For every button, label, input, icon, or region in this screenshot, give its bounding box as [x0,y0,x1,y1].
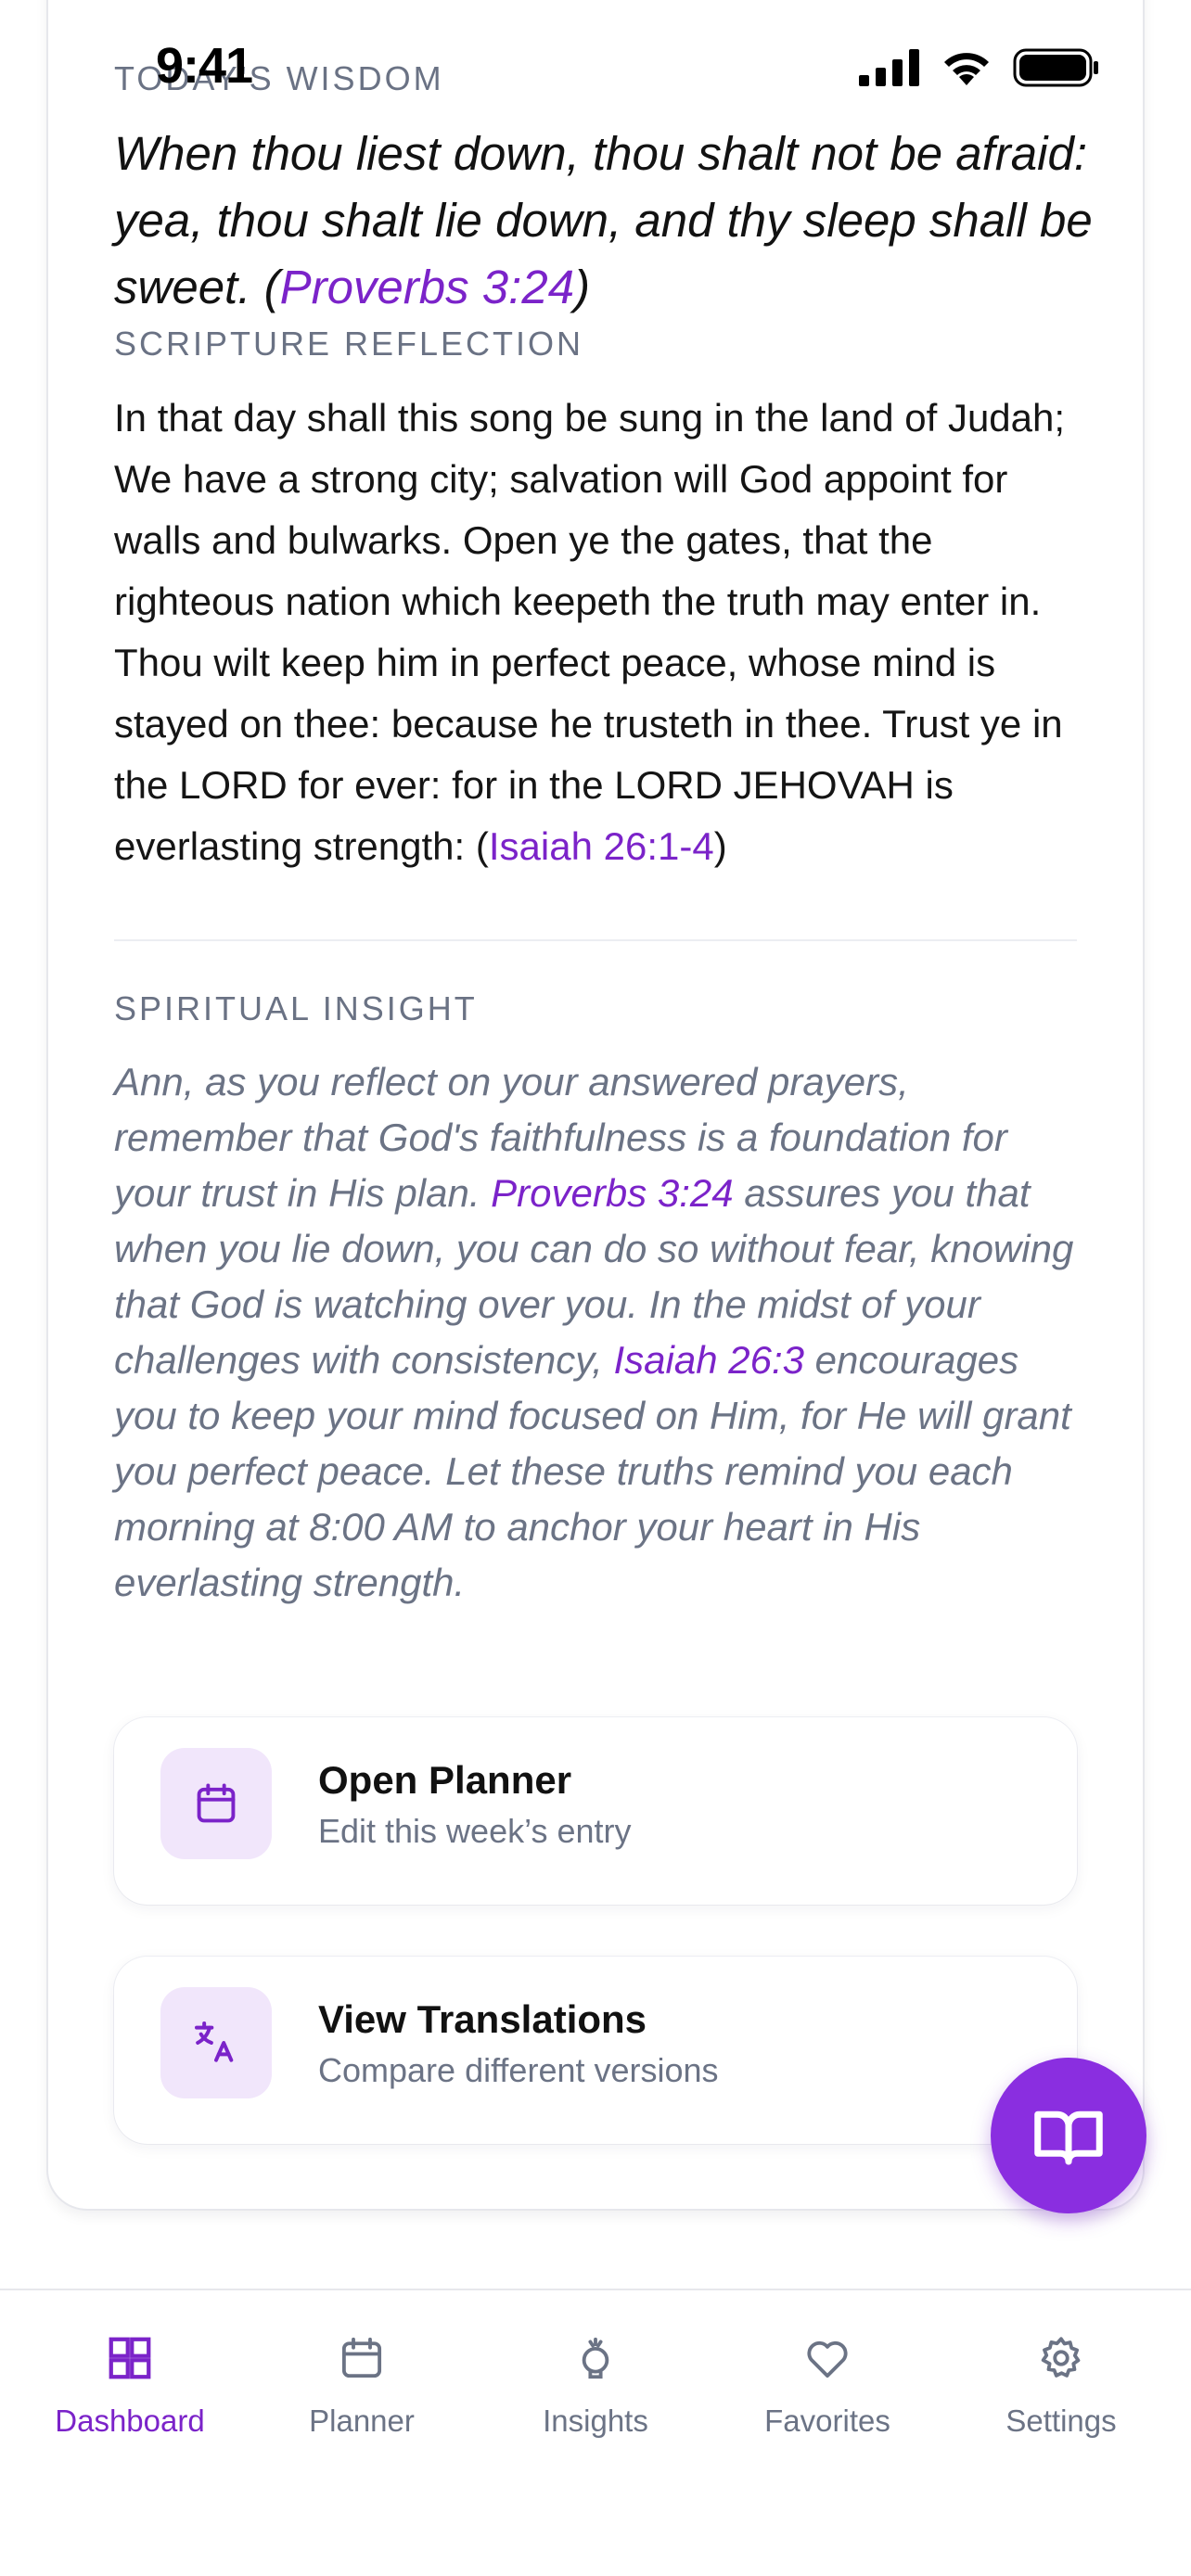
tab-settings[interactable]: Settings [950,2329,1172,2439]
insight-label: SPIRITUAL INSIGHT [114,989,478,1027]
status-icons [859,48,1100,87]
signal-icon [859,49,919,86]
open-planner-button[interactable]: Open Planner Edit this week’s entry [114,1717,1077,1905]
tab-label: Settings [1005,2404,1117,2438]
wisdom-quote-close: ) [574,261,591,313]
wisdom-quote: When thou liest down, thou shalt not be … [114,121,1097,321]
tab-favorites[interactable]: Favorites [716,2329,939,2439]
tab-label: Favorites [764,2404,890,2438]
tab-label: Planner [309,2404,415,2438]
wisdom-quote-ref-link[interactable]: Proverbs 3:24 [280,261,575,313]
reflection-label: SCRIPTURE REFLECTION [114,325,584,363]
translate-icon [160,1987,272,2098]
action-title: View Translations [318,1997,647,2041]
tab-label: Dashboard [55,2404,205,2438]
grid-icon [105,2329,155,2387]
bible-fab-button[interactable] [991,2058,1146,2213]
battery-icon [1013,48,1098,87]
tab-label: Insights [543,2404,648,2438]
reflection-ref-link[interactable]: Isaiah 26:1-4 [489,824,714,868]
reflection-text: In that day shall this song be sung in t… [114,388,1088,877]
tab-planner[interactable]: Planner [250,2329,473,2439]
action-subtitle: Compare different versions [318,2051,719,2089]
insight-text: Ann, as you reflect on your answered pra… [114,1054,1088,1611]
wifi-icon [944,53,989,85]
insight-ref-link-2[interactable]: Isaiah 26:3 [614,1338,805,1382]
status-time: 9:41 [156,38,253,94]
action-title: Open Planner [318,1758,572,1802]
book-open-icon [1034,2111,1103,2165]
reflection-close: ) [713,824,727,868]
heart-icon [800,2329,854,2387]
lightbulb-icon [570,2329,621,2387]
view-translations-button[interactable]: View Translations Compare different vers… [114,1957,1077,2144]
tab-insights[interactable]: Insights [484,2329,707,2439]
reflection-body: In that day shall this song be sung in t… [114,396,1066,868]
calendar-icon [160,1748,272,1859]
gear-icon [1036,2329,1086,2387]
insight-ref-link-1[interactable]: Proverbs 3:24 [491,1171,733,1215]
calendar-icon [337,2329,387,2387]
action-subtitle: Edit this week’s entry [318,1812,632,1850]
tab-dashboard[interactable]: Dashboard [19,2329,241,2439]
tab-bar: Dashboard Planner Insights Favorites Set… [0,2289,1191,2576]
wisdom-quote-text: When thou liest down, thou shalt not be … [114,127,1093,313]
divider [114,939,1077,941]
